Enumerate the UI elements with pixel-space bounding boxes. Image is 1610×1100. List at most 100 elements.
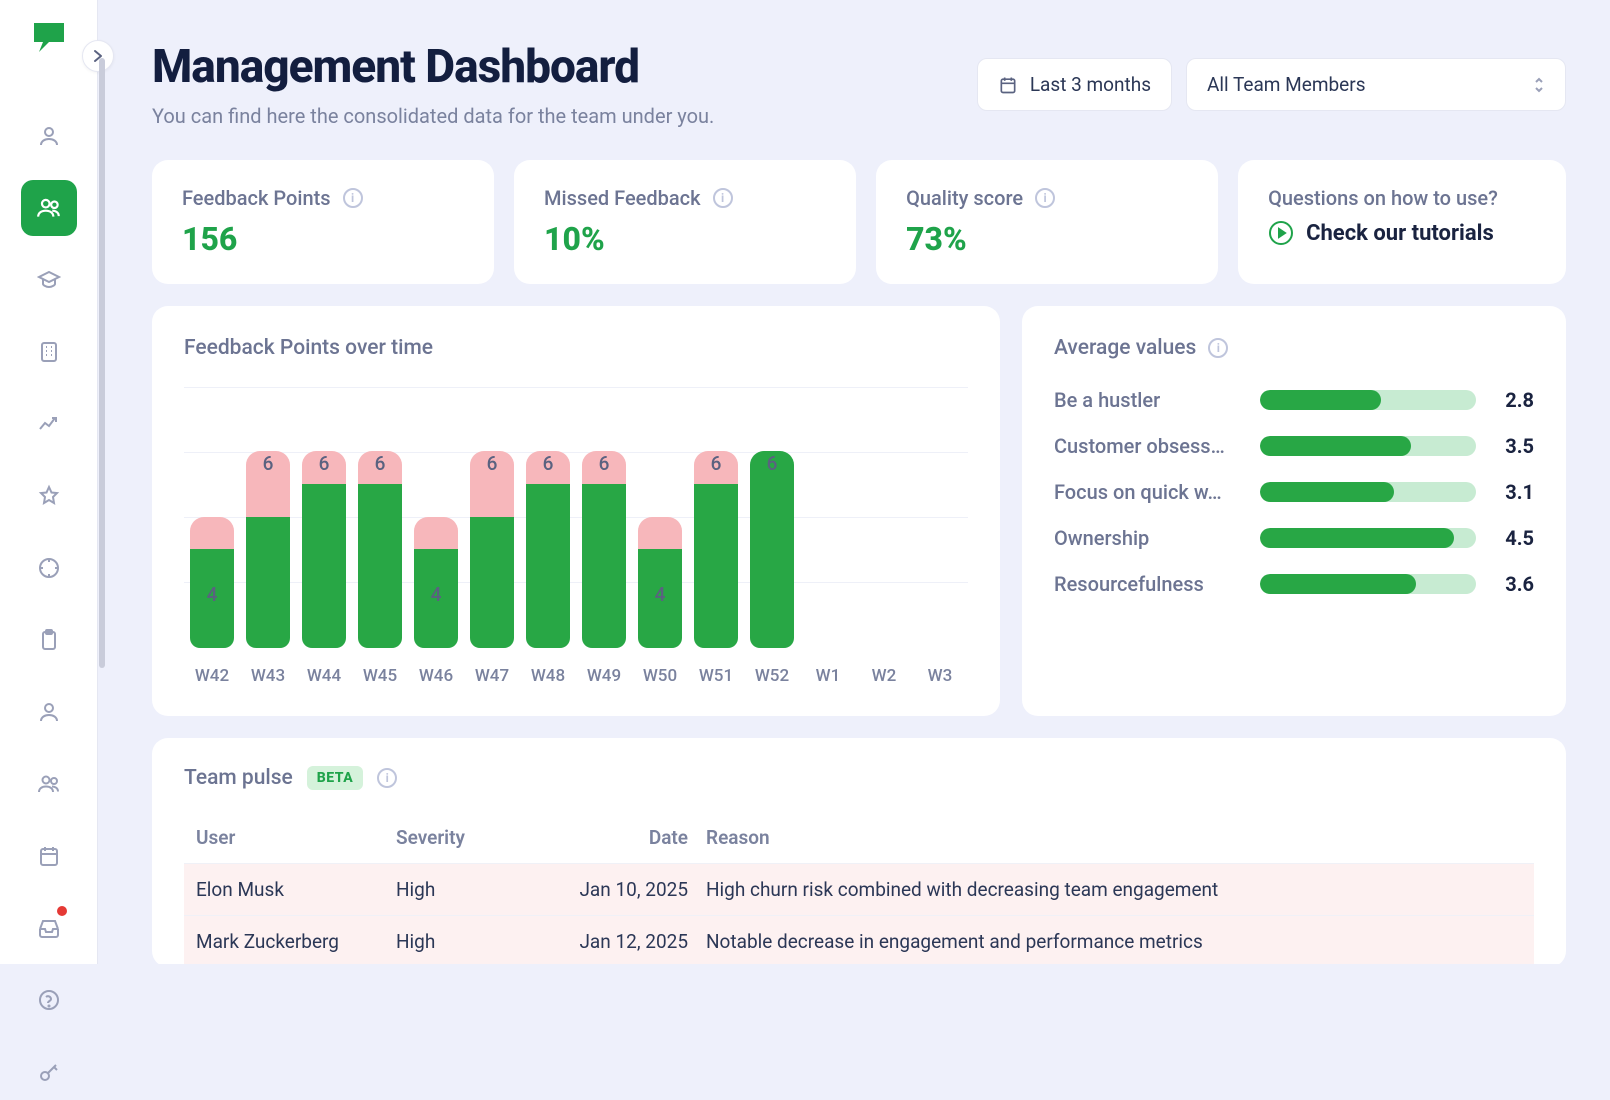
cell-severity: High <box>396 878 556 901</box>
header-controls: Last 3 months All Team Members <box>977 58 1566 111</box>
average-label: Customer obsess… <box>1054 434 1240 458</box>
kpi-missed-feedback: Missed Feedback i 10% <box>514 160 856 284</box>
tutorials-link[interactable]: Check our tutorials <box>1268 220 1536 246</box>
kpi-feedback-points: Feedback Points i 156 <box>152 160 494 284</box>
bar-value-label: 6 <box>375 452 386 475</box>
average-values-list: Be a hustler2.8Customer obsess…3.5Focus … <box>1054 388 1534 596</box>
info-icon[interactable]: i <box>377 768 397 788</box>
cell-reason: High churn risk combined with decreasing… <box>706 878 1522 901</box>
average-values-card: Average values i Be a hustler2.8Customer… <box>1022 306 1566 716</box>
feedback-chart-card: Feedback Points over time 46664666466 W4… <box>152 306 1000 716</box>
average-value: 4.5 <box>1496 526 1534 550</box>
info-icon[interactable]: i <box>1035 188 1055 208</box>
average-bar <box>1260 482 1476 502</box>
bar-chart: 46664666466 <box>184 388 968 648</box>
bar-value-label: 4 <box>431 583 442 606</box>
team-pulse-card: Team pulse BETA i User Severity Date Rea… <box>152 738 1566 964</box>
x-axis-label: W51 <box>694 666 738 686</box>
table-row[interactable]: Elon MuskHighJan 10, 2025High churn risk… <box>184 863 1534 915</box>
average-bar <box>1260 390 1476 410</box>
average-label: Resourcefulness <box>1054 572 1240 596</box>
info-icon[interactable]: i <box>1208 338 1228 358</box>
nav-building[interactable] <box>21 324 77 380</box>
nav-academy[interactable] <box>21 252 77 308</box>
average-value: 3.1 <box>1496 480 1534 504</box>
x-axis-label: W3 <box>918 666 962 686</box>
x-axis-label: W48 <box>526 666 570 686</box>
x-axis-label: W44 <box>302 666 346 686</box>
average-label: Be a hustler <box>1054 388 1240 412</box>
nav-group[interactable] <box>21 756 77 812</box>
x-axis-label: W1 <box>806 666 850 686</box>
page-title: Management Dashboard <box>152 40 714 94</box>
col-severity: Severity <box>396 826 556 849</box>
x-axis-labels: W42W43W44W45W46W47W48W49W50W51W52W1W2W3 <box>184 666 968 686</box>
sidebar <box>0 0 98 964</box>
average-bar <box>1260 574 1476 594</box>
nav-help[interactable] <box>21 972 77 1028</box>
nav-target[interactable] <box>21 540 77 596</box>
bar-column: 6 <box>358 451 402 648</box>
notification-dot <box>57 906 67 916</box>
average-bar <box>1260 528 1476 548</box>
bar-value-label: 6 <box>319 452 330 475</box>
play-icon <box>1268 220 1294 246</box>
nav-user[interactable] <box>21 684 77 740</box>
nav-team[interactable] <box>21 180 77 236</box>
bar-value-label: 4 <box>655 583 666 606</box>
page-subtitle: You can find here the consolidated data … <box>152 104 714 128</box>
x-axis-label: W50 <box>638 666 682 686</box>
average-row: Resourcefulness 3.6 <box>1054 572 1534 596</box>
bar-column: 4 <box>414 517 458 648</box>
x-axis-label: W46 <box>414 666 458 686</box>
nav-calendar[interactable] <box>21 828 77 884</box>
bar-value-label: 6 <box>543 452 554 475</box>
date-range-selector[interactable]: Last 3 months <box>977 58 1172 111</box>
average-value: 3.5 <box>1496 434 1534 458</box>
average-value: 3.6 <box>1496 572 1534 596</box>
bar-value-label: 6 <box>711 452 722 475</box>
nav-key[interactable] <box>21 1044 77 1100</box>
bar-column: 6 <box>694 451 738 648</box>
kpi-quality-score: Quality score i 73% <box>876 160 1218 284</box>
scrollbar[interactable] <box>98 0 106 964</box>
info-icon[interactable]: i <box>713 188 733 208</box>
team-selector[interactable]: All Team Members <box>1186 58 1566 111</box>
kpi-label: Missed Feedback <box>544 186 701 210</box>
nav-inbox[interactable] <box>21 900 77 956</box>
nav-person[interactable] <box>21 108 77 164</box>
bar-column: 6 <box>246 451 290 648</box>
kpi-value: 73% <box>906 220 1188 258</box>
table-row[interactable]: Mark ZuckerbergHighJan 12, 2025Notable d… <box>184 915 1534 964</box>
bar-value-label: 6 <box>767 452 778 475</box>
date-range-label: Last 3 months <box>1030 73 1151 96</box>
table-header-row: User Severity Date Reason <box>184 812 1534 863</box>
average-label: Focus on quick w… <box>1054 480 1240 504</box>
tutorials-question: Questions on how to use? <box>1268 186 1536 210</box>
chevron-updown-icon <box>1533 76 1545 94</box>
kpi-value: 156 <box>182 220 464 258</box>
nav-star[interactable] <box>21 468 77 524</box>
kpi-value: 10% <box>544 220 826 258</box>
bar-value-label: 6 <box>263 452 274 475</box>
nav-clipboard[interactable] <box>21 612 77 668</box>
average-label: Ownership <box>1054 526 1240 550</box>
team-selector-label: All Team Members <box>1207 73 1366 96</box>
average-row: Focus on quick w… 3.1 <box>1054 480 1534 504</box>
bar-column: 6 <box>470 451 514 648</box>
x-axis-label: W42 <box>190 666 234 686</box>
tutorials-card: Questions on how to use? Check our tutor… <box>1238 160 1566 284</box>
average-row: Customer obsess… 3.5 <box>1054 434 1534 458</box>
x-axis-label: W2 <box>862 666 906 686</box>
chart-title: Feedback Points over time <box>184 336 968 360</box>
bar-value-label: 6 <box>599 452 610 475</box>
sidebar-nav <box>0 108 97 1100</box>
calendar-icon <box>998 75 1018 95</box>
info-icon[interactable]: i <box>343 188 363 208</box>
average-bar <box>1260 436 1476 456</box>
bar-column: 4 <box>638 517 682 648</box>
charts-row: Feedback Points over time 46664666466 W4… <box>152 306 1566 716</box>
x-axis-label: W45 <box>358 666 402 686</box>
kpi-row: Feedback Points i 156 Missed Feedback i … <box>152 160 1566 284</box>
nav-trend[interactable] <box>21 396 77 452</box>
